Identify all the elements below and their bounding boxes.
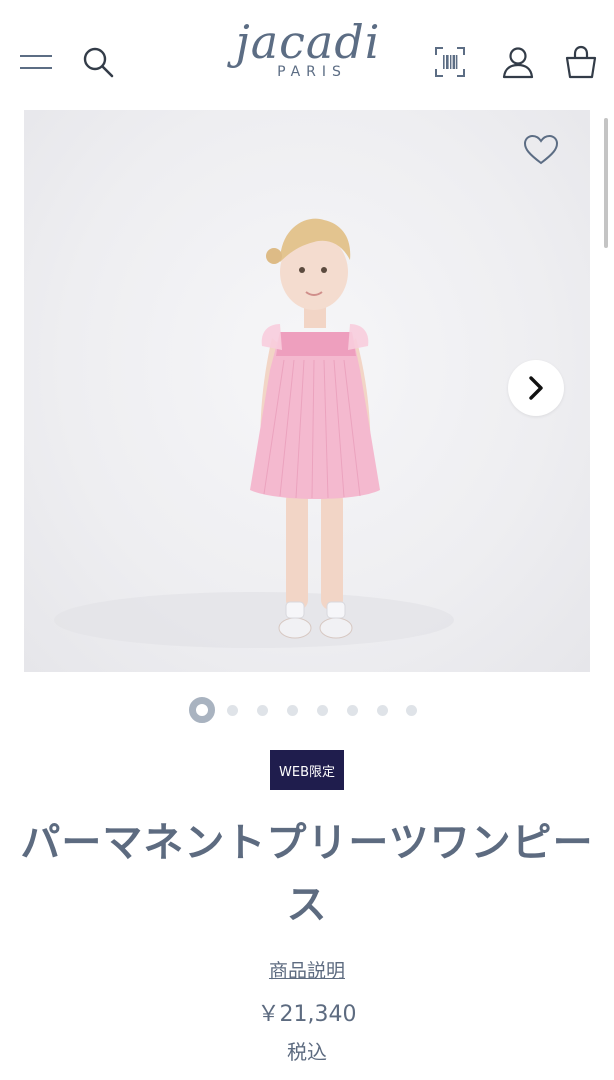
brand-wordmark: jacadi [235,15,381,69]
wishlist-button[interactable] [520,130,562,170]
menu-icon [20,55,52,69]
heart-icon [523,134,559,165]
pagination-dot-3[interactable] [257,705,268,716]
product-photo [54,218,454,648]
pagination-dot-5[interactable] [317,705,328,716]
menu-button[interactable] [14,42,58,82]
page-scrollbar[interactable] [604,118,608,248]
pagination-dot-1[interactable] [189,697,215,723]
brand-logo[interactable]: jacadi PARIS [220,14,396,94]
tax-included-note: 税込 [287,1040,327,1064]
pagination-dot-8[interactable] [406,705,417,716]
search-icon [83,47,114,78]
chevron-right-icon [529,376,543,400]
pagination-dot-2[interactable] [227,705,238,716]
product-image-gallery[interactable] [24,110,590,672]
product-description-link-row: 商品説明 [0,956,614,983]
pagination-dot-4[interactable] [287,705,298,716]
shopping-bag-icon [565,45,597,79]
pagination-dot-6[interactable] [347,705,358,716]
product-title: パーマネントプリーツワンピース [20,820,594,928]
barcode-scan-button[interactable] [428,40,472,84]
account-button[interactable] [496,40,540,84]
gallery-pagination [0,694,614,726]
site-header: jacadi PARIS [0,0,614,108]
search-button[interactable] [76,40,120,84]
account-icon [502,47,534,79]
next-image-button[interactable] [508,360,564,416]
barcode-scan-icon [435,47,465,77]
web-exclusive-badge: WEB限定 [270,750,344,790]
product-price: ￥21,340 [257,1002,357,1027]
product-description-link[interactable]: 商品説明 [269,960,345,982]
pagination-dot-7[interactable] [377,705,388,716]
cart-button[interactable] [558,40,604,84]
